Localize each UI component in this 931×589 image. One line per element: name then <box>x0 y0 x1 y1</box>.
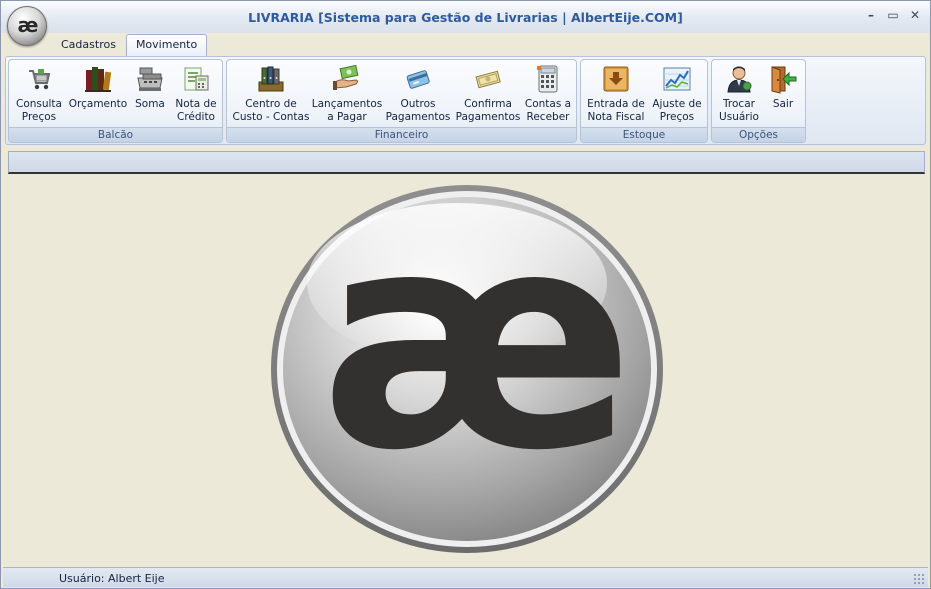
orcamento-label: Orçamento <box>68 98 128 110</box>
resize-grip-icon[interactable] <box>913 573 925 585</box>
ajuste-precos-label: Ajuste de Preços <box>652 98 702 123</box>
main-workspace: æ <box>3 175 928 566</box>
group-label-opcoes: Opções <box>712 127 805 142</box>
group-financeiro: Centro de Custo - Contas Lançamentos a P… <box>226 59 577 143</box>
contas-receber-button[interactable]: Contas a Receber <box>523 64 573 126</box>
chart-icon <box>662 64 692 94</box>
binders-icon <box>256 64 286 94</box>
group-balcao: Consulta Preços Orçamento Soma Nota de C… <box>8 59 223 143</box>
trocar-usuario-button[interactable]: Trocar Usuário <box>716 64 762 126</box>
books-icon <box>83 64 113 94</box>
status-user: Usuário: Albert Eije <box>59 572 165 585</box>
banknote-icon <box>473 64 503 94</box>
application-menu-button[interactable]: æ <box>7 6 47 46</box>
tab-cadastros[interactable]: Cadastros <box>51 34 126 56</box>
application-window: LIVRARIA [Sistema para Gestão de Livrari… <box>0 0 931 589</box>
soma-label: Soma <box>135 98 165 110</box>
app-logo-icon: æ <box>17 13 39 37</box>
close-button[interactable]: ✕ <box>908 8 922 22</box>
confirma-pagamentos-button[interactable]: Confirma Pagamentos <box>456 64 520 126</box>
window-controls: – ▭ ✕ <box>864 8 922 22</box>
centro-custo-button[interactable]: Centro de Custo - Contas <box>231 64 311 126</box>
box-download-icon <box>601 64 631 94</box>
maximize-button[interactable]: ▭ <box>886 8 900 22</box>
credit-card-icon <box>403 64 433 94</box>
ajuste-precos-button[interactable]: Ajuste de Preços <box>649 64 705 126</box>
nota-credito-button[interactable]: Nota de Crédito <box>172 64 220 126</box>
entrada-nota-button[interactable]: Entrada de Nota Fiscal <box>585 64 647 126</box>
user-icon <box>724 64 754 94</box>
group-opcoes: Trocar Usuário Sair Opções <box>711 59 806 143</box>
minimize-button[interactable]: – <box>864 8 878 22</box>
toolbar-strip <box>8 151 925 174</box>
ribbon-tabs: Cadastros Movimento <box>51 34 208 56</box>
outros-pagamentos-button[interactable]: Outros Pagamentos <box>384 64 452 126</box>
nota-credito-label: Nota de Crédito <box>175 98 217 123</box>
confirma-pagamentos-label: Confirma Pagamentos <box>455 98 521 123</box>
consulta-precos-label: Consulta Preços <box>15 98 62 123</box>
credit-note-icon <box>181 64 211 94</box>
ae-logo-icon: æ <box>271 183 663 553</box>
trocar-usuario-label: Trocar Usuário <box>719 98 759 123</box>
sair-label: Sair <box>772 98 794 110</box>
status-bar: Usuário: Albert Eije <box>3 567 928 587</box>
logo-text: æ <box>320 183 620 516</box>
consulta-precos-button[interactable]: Consulta Preços <box>15 64 63 126</box>
lancamentos-button[interactable]: Lançamentos a Pagar <box>312 64 382 126</box>
lancamentos-label: Lançamentos a Pagar <box>311 98 383 123</box>
centro-custo-label: Centro de Custo - Contas <box>232 98 310 123</box>
contas-receber-label: Contas a Receber <box>524 98 572 123</box>
calculator-icon <box>533 64 563 94</box>
group-label-estoque: Estoque <box>581 127 707 142</box>
group-estoque: Entrada de Nota Fiscal Ajuste de Preços … <box>580 59 708 143</box>
sair-button[interactable]: Sair <box>764 64 802 126</box>
group-label-financeiro: Financeiro <box>227 127 576 142</box>
ribbon: Consulta Preços Orçamento Soma Nota de C… <box>5 56 926 145</box>
cash-register-icon <box>135 64 165 94</box>
title-bar: LIVRARIA [Sistema para Gestão de Livrari… <box>1 1 930 33</box>
exit-door-icon <box>768 64 798 94</box>
entrada-nota-label: Entrada de Nota Fiscal <box>587 98 645 123</box>
orcamento-button[interactable]: Orçamento <box>67 64 129 126</box>
soma-button[interactable]: Soma <box>130 64 170 126</box>
group-label-balcao: Balcão <box>9 127 222 142</box>
money-hand-icon <box>332 64 362 94</box>
outros-pagamentos-label: Outros Pagamentos <box>385 98 451 123</box>
shopping-cart-icon <box>24 64 54 94</box>
window-title: LIVRARIA [Sistema para Gestão de Livrari… <box>248 10 683 25</box>
tab-movimento[interactable]: Movimento <box>125 34 208 56</box>
